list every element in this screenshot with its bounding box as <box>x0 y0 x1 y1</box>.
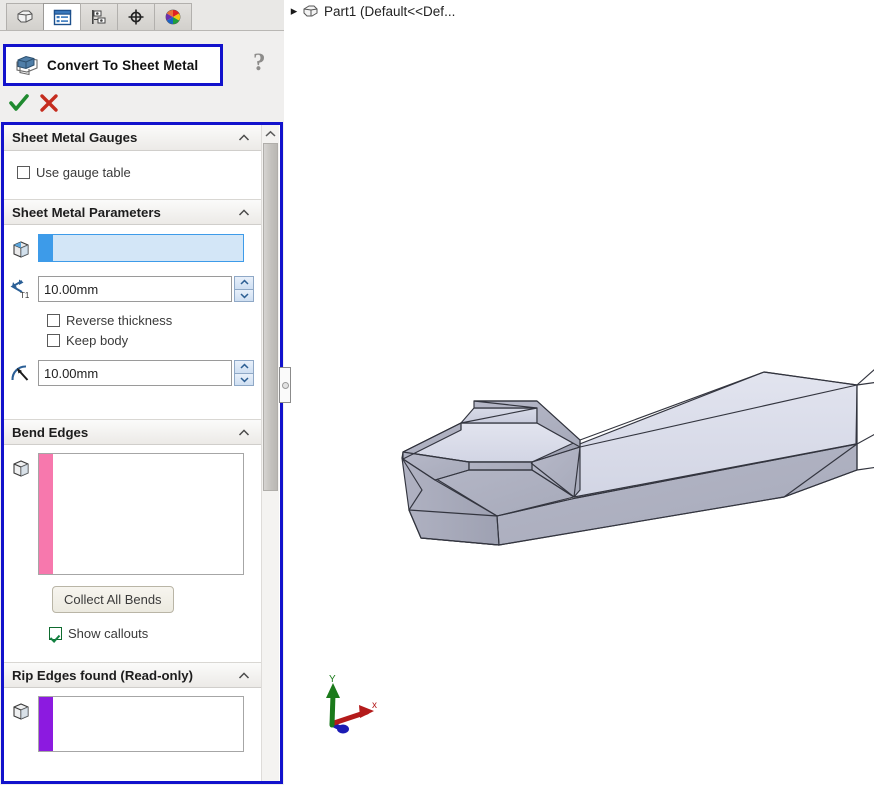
edge-selection-cube-icon <box>4 696 38 723</box>
triad-x-label: x <box>372 700 377 711</box>
selection-color-tab <box>39 235 53 261</box>
configuration-flag-icon <box>89 8 109 26</box>
group-header-sheet-metal-parameters[interactable]: Sheet Metal Parameters <box>4 199 262 225</box>
fixed-face-selection-list[interactable] <box>53 235 243 261</box>
property-manager-actions <box>8 92 128 116</box>
keep-body-checkbox[interactable] <box>47 334 60 347</box>
group-title: Rip Edges found (Read-only) <box>12 667 193 683</box>
reverse-thickness-label: Reverse thickness <box>66 313 173 328</box>
thickness-increment-button[interactable] <box>234 276 254 289</box>
group-header-bend-edges[interactable]: Bend Edges <box>4 419 262 445</box>
collect-all-bends-button[interactable]: Collect All Bends <box>52 586 174 613</box>
thickness-t1-icon: T1 <box>4 277 38 301</box>
bend-radius-stepper[interactable] <box>234 360 254 386</box>
property-manager-panel: Convert To Sheet Metal ? Sheet Metal Gau… <box>0 0 291 785</box>
use-gauge-table-checkbox[interactable] <box>17 166 30 179</box>
group-body-rip-edges <box>4 688 262 758</box>
color-wheel-icon <box>163 8 183 26</box>
configuration-manager-tab[interactable] <box>80 3 118 30</box>
group-body-sheet-metal-parameters: T1 Reverse t <box>4 225 262 419</box>
chevron-up-icon[interactable] <box>238 207 250 219</box>
group-body-sheet-metal-gauges: Use gauge table <box>4 151 262 199</box>
fixed-face-selection-box[interactable] <box>38 234 244 262</box>
cancel-button[interactable] <box>38 92 60 117</box>
property-manager-tab[interactable] <box>43 3 81 30</box>
list-panel-icon <box>53 9 72 26</box>
show-callouts-checkbox[interactable] <box>49 627 62 640</box>
help-button[interactable]: ? <box>253 50 266 75</box>
display-manager-tab[interactable] <box>154 3 192 30</box>
accept-button[interactable] <box>8 92 30 117</box>
fixed-face-cube-icon <box>4 234 38 261</box>
use-gauge-table-label: Use gauge table <box>36 165 131 180</box>
sheet-metal-part-body[interactable] <box>284 0 874 785</box>
manager-tab-strip <box>0 0 284 31</box>
splitter-dot-icon <box>281 381 289 389</box>
bend-radius-increment-button[interactable] <box>234 360 254 373</box>
bend-radius-arc-icon <box>4 361 38 385</box>
part-shape-icon <box>15 8 35 26</box>
svg-text:T1: T1 <box>20 291 30 300</box>
show-callouts-label: Show callouts <box>68 626 149 641</box>
thickness-input[interactable] <box>38 276 232 302</box>
property-manager-body: Sheet Metal Gauges Use gauge table Sheet… <box>1 122 283 784</box>
group-title: Sheet Metal Gauges <box>12 130 138 145</box>
convert-to-sheet-metal-icon <box>14 53 40 77</box>
selection-color-tab <box>39 697 53 751</box>
bend-edges-selection-list[interactable] <box>53 454 243 574</box>
property-manager-scrollbar[interactable] <box>261 125 279 781</box>
reverse-thickness-checkbox[interactable] <box>47 314 60 327</box>
bend-edges-selection-box[interactable] <box>38 453 244 575</box>
edge-selection-cube-icon <box>4 453 38 480</box>
graphics-area[interactable]: ▸ Part1 (Default<<Def... x Y <box>284 0 874 785</box>
chevron-up-icon[interactable] <box>238 132 250 144</box>
panel-splitter-handle[interactable] <box>279 367 291 403</box>
view-orientation-triad: x Y <box>326 674 377 734</box>
group-body-bend-edges: Collect All Bends Show callouts <box>4 445 262 662</box>
group-title: Bend Edges <box>12 424 89 440</box>
thickness-stepper[interactable] <box>234 276 254 302</box>
dimxpert-manager-tab[interactable] <box>117 3 155 30</box>
triad-y-label: Y <box>329 674 336 685</box>
crosshair-target-icon <box>126 8 146 26</box>
bend-radius-input[interactable] <box>38 360 232 386</box>
page-title: Convert To Sheet Metal <box>47 57 199 73</box>
group-header-rip-edges[interactable]: Rip Edges found (Read-only) <box>4 662 262 688</box>
group-header-sheet-metal-gauges[interactable]: Sheet Metal Gauges <box>4 125 262 151</box>
scroll-up-button[interactable] <box>262 125 278 142</box>
chevron-up-icon[interactable] <box>238 670 250 682</box>
keep-body-label: Keep body <box>66 333 129 348</box>
thickness-decrement-button[interactable] <box>234 288 254 302</box>
rip-edges-selection-box <box>38 696 244 752</box>
property-manager-title-bar: Convert To Sheet Metal <box>3 44 223 86</box>
scrollbar-thumb[interactable] <box>263 143 278 491</box>
selection-color-tab <box>39 454 53 574</box>
rip-edges-selection-list <box>53 697 243 751</box>
group-title: Sheet Metal Parameters <box>12 204 161 220</box>
feature-manager-tab[interactable] <box>6 3 44 30</box>
bend-radius-decrement-button[interactable] <box>234 372 254 386</box>
chevron-up-icon[interactable] <box>238 427 250 439</box>
